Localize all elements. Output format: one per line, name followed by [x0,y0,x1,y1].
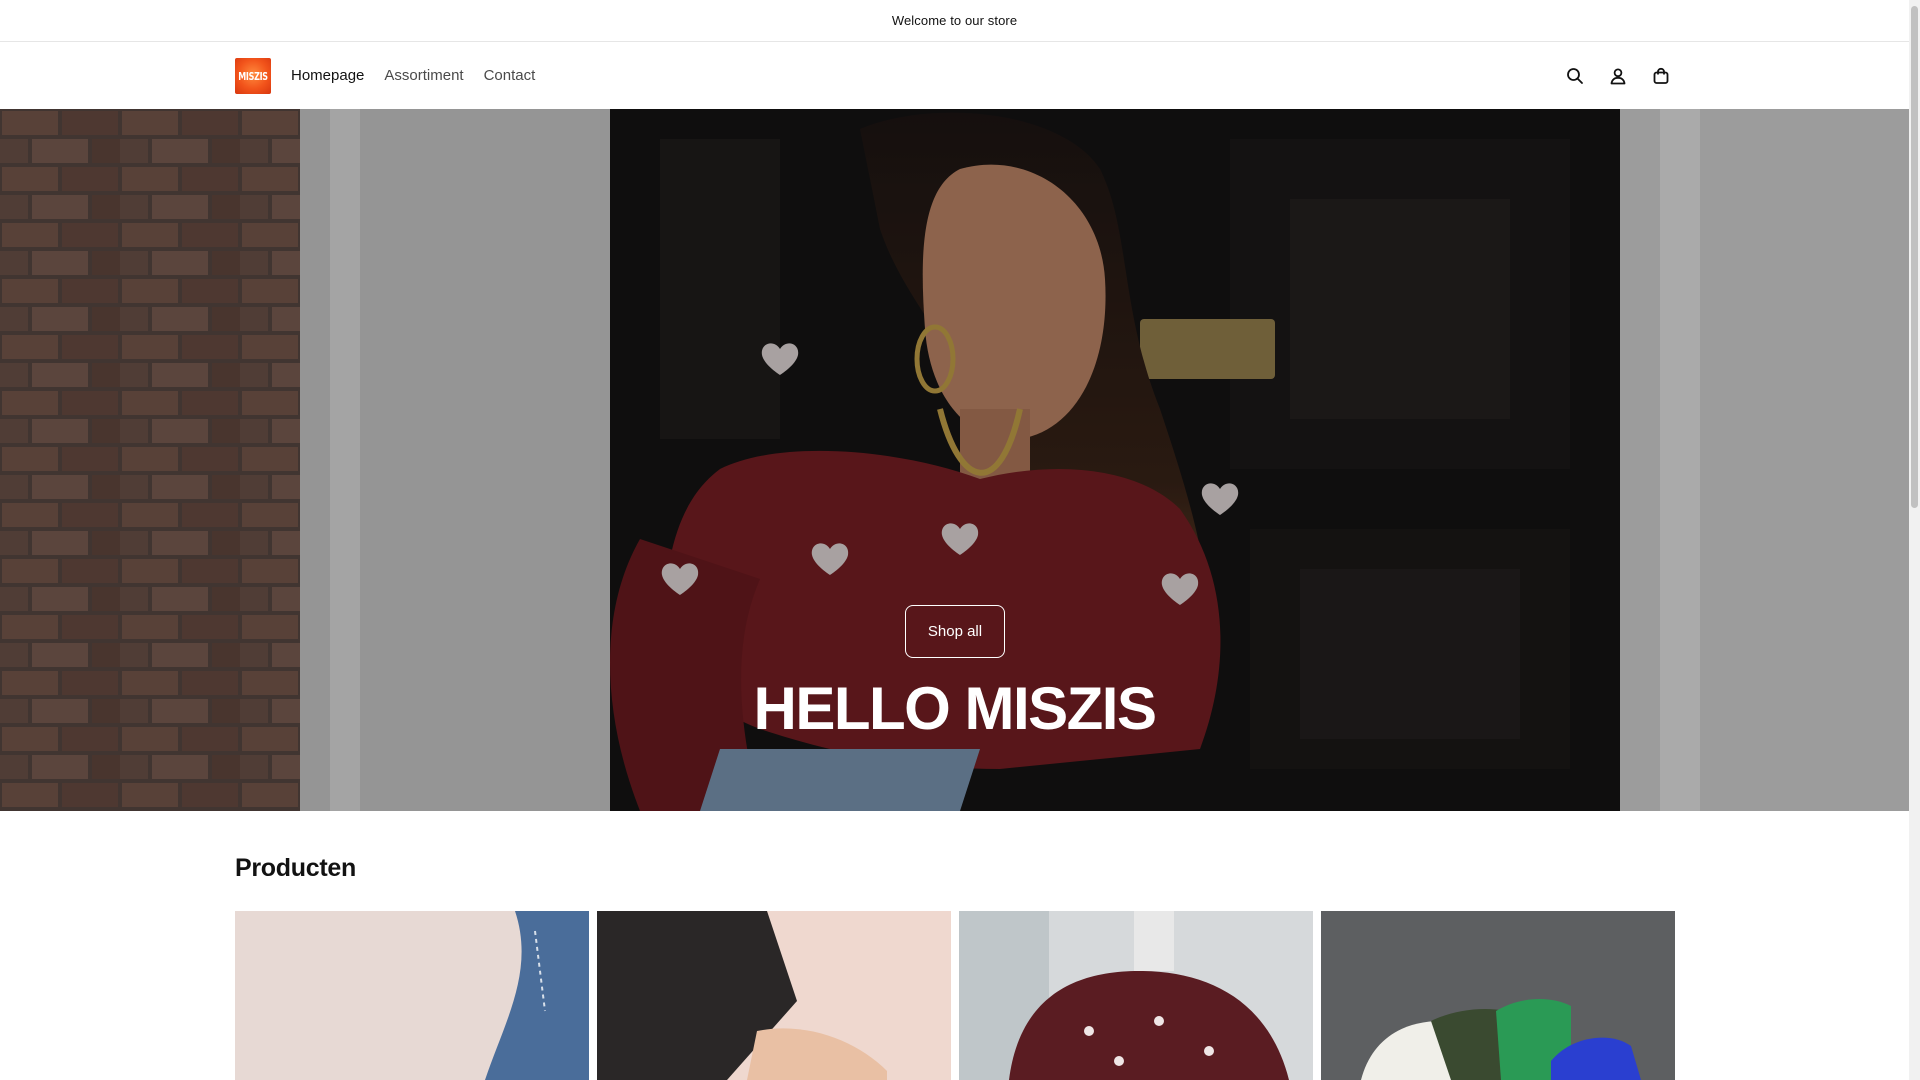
account-button[interactable] [1596,54,1639,97]
product-card[interactable] [1321,911,1675,1080]
scrollbar-thumb[interactable] [1911,6,1918,508]
jeans-product-image [235,911,589,1080]
nav-item-homepage[interactable]: Homepage [291,67,364,84]
store-logo[interactable]: MISZIS [235,58,271,94]
hero-title: HELLO MISZIS [753,675,1158,742]
leather-skirt-product-image [597,911,951,1080]
heart-sweater-product-image [959,911,1313,1080]
nav-item-contact[interactable]: Contact [484,67,536,84]
hero-content: Shop all HELLO MISZIS [0,109,1909,811]
page-scrollbar[interactable] [1909,0,1920,1080]
site-header: MISZIS Homepage Assortiment Contact [0,42,1909,109]
cart-button[interactable] [1639,54,1682,97]
search-icon [1566,67,1583,84]
announcement-bar: Welcome to our store [0,0,1909,42]
product-grid [235,911,1675,1080]
search-button[interactable] [1553,54,1596,97]
product-card[interactable] [597,911,951,1080]
cart-icon [1653,67,1668,84]
product-card[interactable] [235,911,589,1080]
main-nav: Homepage Assortiment Contact [291,42,535,109]
header-icons [1553,42,1682,109]
logo-text: MISZIS [238,70,268,82]
shop-all-button[interactable]: Shop all [905,605,1005,658]
products-section-title: Producten [235,854,356,882]
announcement-text: Welcome to our store [891,13,1018,28]
product-card[interactable] [959,911,1313,1080]
hero-banner: Shop all HELLO MISZIS [0,109,1909,811]
account-icon [1610,68,1625,84]
knit-hats-product-image [1321,911,1675,1080]
nav-item-assortiment[interactable]: Assortiment [384,67,463,84]
